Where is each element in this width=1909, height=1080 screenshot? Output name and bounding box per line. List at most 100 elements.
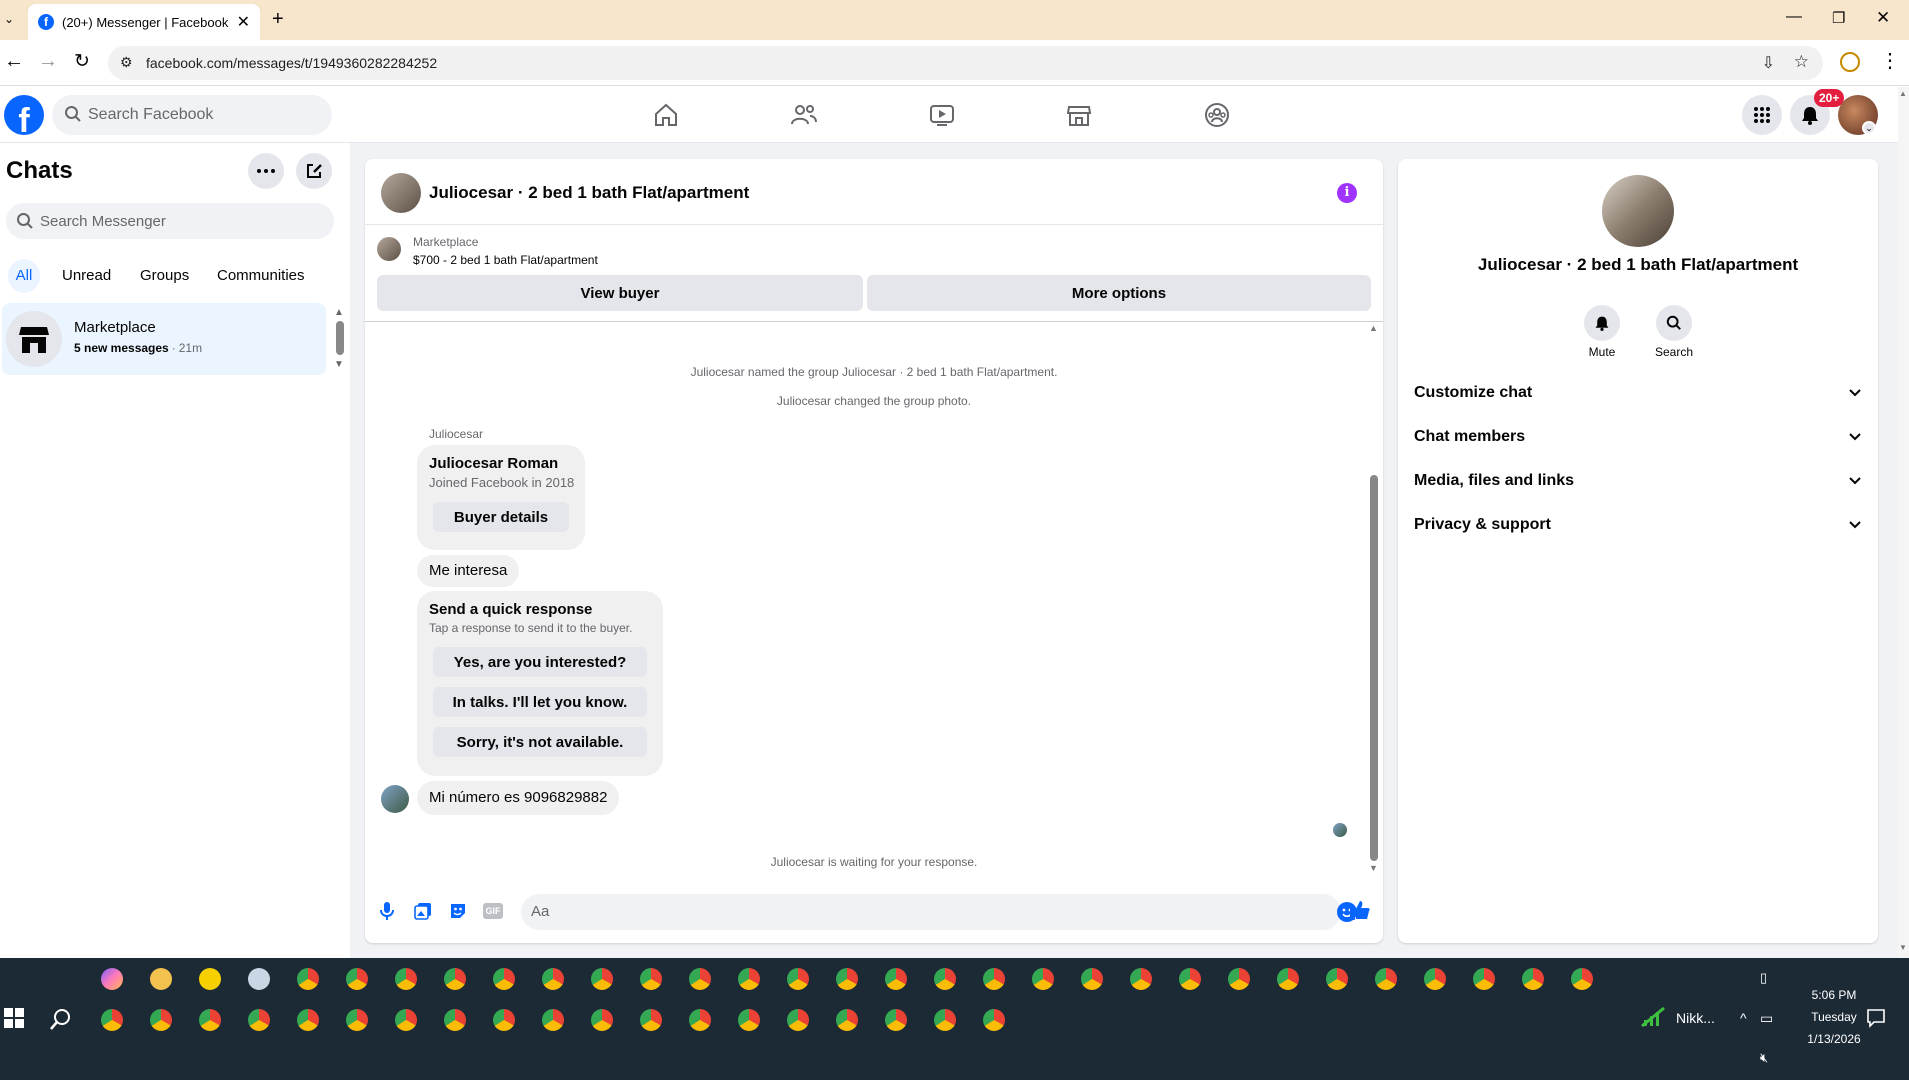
facebook-logo[interactable]: f	[4, 95, 44, 135]
page-scroll-up-icon[interactable]: ▲	[1899, 89, 1907, 98]
friends-icon[interactable]	[788, 99, 820, 131]
scroll-up-icon[interactable]: ▲	[1369, 323, 1378, 333]
scroll-down-icon[interactable]: ▼	[1369, 863, 1378, 873]
conversation-title[interactable]: Juliocesar · 2 bed 1 bath Flat/apartment	[429, 183, 749, 203]
media-files-links-section[interactable]: Media, files and links	[1414, 461, 1862, 501]
chrome-window-icon[interactable]	[395, 1009, 417, 1031]
minimize-icon[interactable]: —	[1786, 8, 1802, 26]
message-input[interactable]: Aa	[521, 894, 1357, 930]
filter-groups[interactable]: Groups	[140, 259, 189, 293]
show-hidden-icons[interactable]: ^	[1740, 1010, 1747, 1026]
window-close-icon[interactable]: ✕	[1876, 8, 1890, 28]
display-icon[interactable]: ▭	[1760, 1010, 1773, 1027]
clock-time[interactable]: 5:06 PM	[1794, 988, 1874, 1002]
chrome-window-icon[interactable]	[885, 968, 907, 990]
chrome-window-icon[interactable]	[1228, 968, 1250, 990]
phone-link-icon[interactable]: ▯	[1760, 970, 1767, 986]
chrome-window-icon[interactable]	[689, 1009, 711, 1031]
video-icon[interactable]	[926, 99, 958, 131]
chrome-window-icon[interactable]	[395, 968, 417, 990]
search-conversation-button[interactable]	[1656, 305, 1692, 341]
chrome-window-icon[interactable]	[1424, 968, 1446, 990]
chat-list-item[interactable]: Marketplace 5 new messages · 21m	[2, 303, 326, 375]
chrome-window-icon[interactable]	[199, 1009, 221, 1031]
group-photo-large[interactable]	[1602, 175, 1674, 247]
chrome-window-icon[interactable]	[493, 1009, 515, 1031]
chrome-window-icon[interactable]	[836, 968, 858, 990]
snipping-tool-icon[interactable]	[248, 968, 270, 990]
restore-icon[interactable]: ❐	[1832, 9, 1845, 27]
clock-day[interactable]: Tuesday	[1794, 1010, 1874, 1024]
sidebar-scroll-down-icon[interactable]: ▼	[334, 359, 344, 370]
chrome-window-icon[interactable]	[983, 968, 1005, 990]
chrome-window-icon[interactable]	[983, 1009, 1005, 1031]
reload-icon[interactable]: ↻	[74, 50, 90, 73]
address-bar[interactable]: ⚙ facebook.com/messages/t/19493602822842…	[108, 46, 1823, 80]
volume-muted-icon[interactable]: 🔇︎	[1760, 1050, 1768, 1066]
site-info-icon[interactable]: ⚙	[120, 54, 133, 71]
chrome-window-icon[interactable]	[1473, 968, 1495, 990]
chrome-window-icon[interactable]	[836, 1009, 858, 1031]
back-icon[interactable]: ←	[4, 50, 24, 73]
chrome-window-icon[interactable]	[591, 968, 613, 990]
groups-icon[interactable]	[1201, 99, 1233, 131]
new-tab-icon[interactable]: +	[272, 8, 284, 31]
chrome-window-icon[interactable]	[346, 1009, 368, 1031]
chrome-window-icon[interactable]	[934, 968, 956, 990]
chrome-window-icon[interactable]	[1571, 968, 1593, 990]
file-explorer-icon[interactable]	[150, 968, 172, 990]
chrome-window-icon[interactable]	[444, 1009, 466, 1031]
page-scroll-down-icon[interactable]: ▼	[1899, 943, 1907, 952]
chrome-window-icon[interactable]	[248, 1009, 270, 1031]
sidebar-scroll-up-icon[interactable]: ▲	[334, 307, 344, 318]
install-app-icon[interactable]: ⇩	[1762, 53, 1775, 73]
chrome-window-icon[interactable]	[934, 1009, 956, 1031]
chrome-window-icon[interactable]	[640, 1009, 662, 1031]
customize-chat-section[interactable]: Customize chat	[1414, 373, 1862, 413]
chrome-window-icon[interactable]	[1032, 968, 1054, 990]
marketplace-icon[interactable]	[1063, 99, 1095, 131]
close-tab-icon[interactable]: ✕	[237, 12, 250, 32]
network-icon[interactable]	[1640, 1006, 1666, 1028]
more-options-button[interactable]: More options	[867, 275, 1371, 311]
browser-tab[interactable]: f (20+) Messenger | Facebook ✕	[28, 4, 260, 40]
messenger-search-input[interactable]: Search Messenger	[6, 203, 334, 239]
chrome-window-icon[interactable]	[1326, 968, 1348, 990]
new-message-icon[interactable]	[296, 153, 332, 189]
facebook-search-input[interactable]: Search Facebook	[52, 95, 332, 135]
chrome-window-icon[interactable]	[1081, 968, 1103, 990]
sender-avatar[interactable]	[381, 785, 409, 813]
chrome-window-icon[interactable]	[444, 968, 466, 990]
chrome-window-icon[interactable]	[591, 1009, 613, 1031]
browser-menu-icon[interactable]: ⋮	[1880, 48, 1900, 73]
buyer-details-button[interactable]: Buyer details	[433, 502, 569, 532]
chrome-window-icon[interactable]	[787, 968, 809, 990]
chrome-window-icon[interactable]	[738, 968, 760, 990]
clock-date[interactable]: 1/13/2026	[1794, 1032, 1874, 1046]
bookmark-star-icon[interactable]: ☆	[1794, 52, 1809, 72]
account-chevron-icon[interactable]: ⌄	[1862, 121, 1876, 135]
sticky-notes-icon[interactable]	[199, 968, 221, 990]
chrome-window-icon[interactable]	[101, 1009, 123, 1031]
chrome-window-icon[interactable]	[885, 1009, 907, 1031]
chrome-window-icon[interactable]	[1375, 968, 1397, 990]
like-thumb-icon[interactable]	[1349, 899, 1371, 921]
chrome-window-icon[interactable]	[689, 968, 711, 990]
chrome-window-icon[interactable]	[1522, 968, 1544, 990]
chat-options-icon[interactable]	[248, 153, 284, 189]
privacy-support-section[interactable]: Privacy & support	[1414, 505, 1862, 545]
chrome-window-icon[interactable]	[787, 1009, 809, 1031]
photo-icon[interactable]	[414, 902, 432, 920]
sticker-icon[interactable]	[449, 902, 467, 920]
chrome-window-icon[interactable]	[1179, 968, 1201, 990]
gif-icon[interactable]: GIF	[483, 903, 503, 919]
quick-response-option[interactable]: Sorry, it's not available.	[433, 727, 647, 757]
menu-grid-icon[interactable]	[1742, 95, 1782, 135]
chrome-window-icon[interactable]	[640, 968, 662, 990]
chrome-window-icon[interactable]	[297, 1009, 319, 1031]
chrome-window-icon[interactable]	[542, 1009, 564, 1031]
chrome-window-icon[interactable]	[346, 968, 368, 990]
sidebar-scrollbar[interactable]	[336, 321, 344, 355]
chrome-window-icon[interactable]	[738, 1009, 760, 1031]
chrome-window-icon[interactable]	[1130, 968, 1152, 990]
